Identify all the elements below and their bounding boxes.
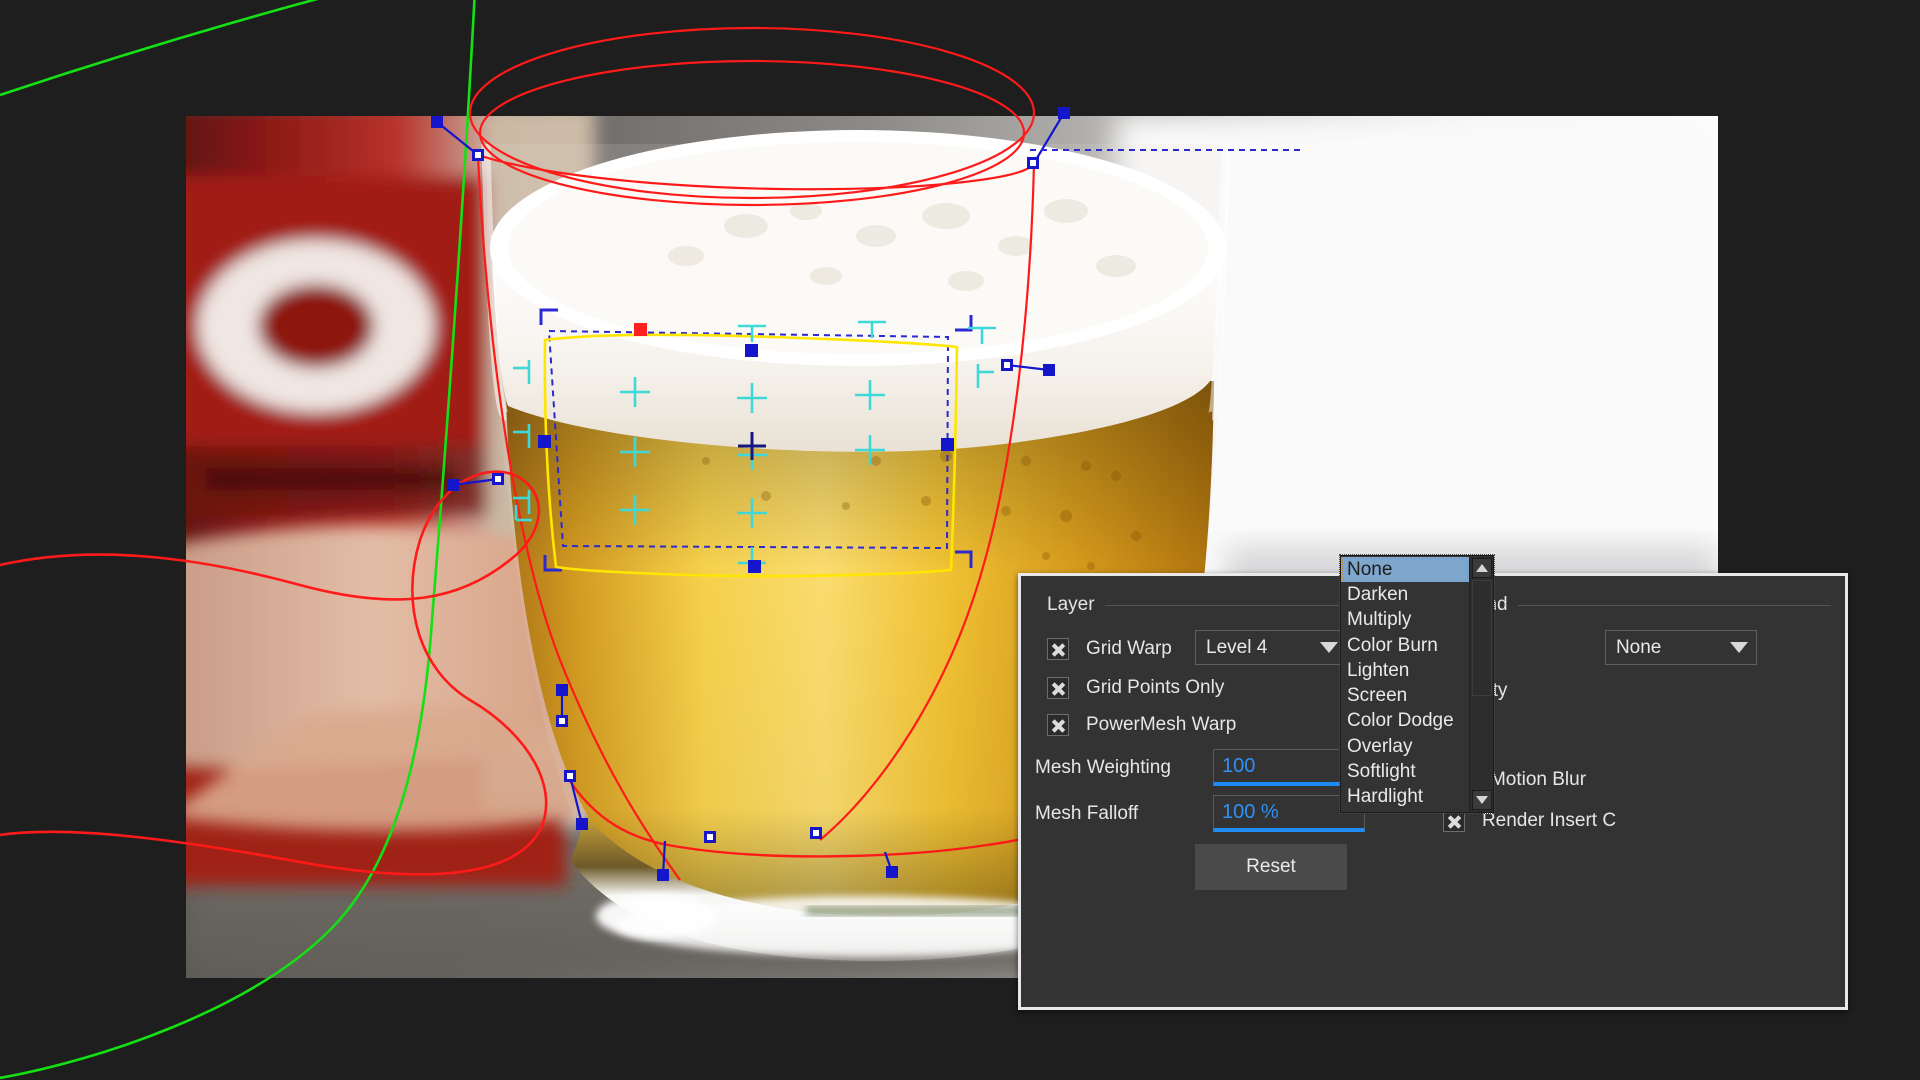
dropdown-option[interactable]: Lighten bbox=[1341, 658, 1469, 683]
mesh-weighting-label: Mesh Weighting bbox=[1035, 757, 1171, 779]
reset-button[interactable]: Reset bbox=[1195, 844, 1347, 890]
grid-warp-checkbox[interactable] bbox=[1047, 638, 1069, 660]
scroll-up-button[interactable] bbox=[1472, 558, 1492, 578]
grid-level-combo[interactable]: Level 4 bbox=[1195, 630, 1347, 665]
dropdown-option[interactable]: None bbox=[1341, 557, 1469, 582]
blend-mode-dropdown[interactable]: None Darken Multiply Color Burn Lighten … bbox=[1340, 555, 1494, 813]
grid-points-only-row[interactable]: Grid Points Only bbox=[1047, 677, 1224, 699]
dropdown-option[interactable]: Darken bbox=[1341, 582, 1469, 607]
chevron-down-icon bbox=[1320, 642, 1338, 653]
dropdown-options-list: None Darken Multiply Color Burn Lighten … bbox=[1341, 556, 1469, 812]
blend-mode-combo[interactable]: None bbox=[1605, 630, 1757, 665]
reset-row: Reset bbox=[1195, 844, 1347, 890]
dropdown-option[interactable]: Overlay bbox=[1341, 734, 1469, 759]
dropdown-option[interactable]: Screen bbox=[1341, 683, 1469, 708]
grid-warp-label: Grid Warp bbox=[1086, 638, 1172, 660]
blend-divider bbox=[1518, 605, 1831, 606]
powermesh-warp-checkbox[interactable] bbox=[1047, 714, 1069, 736]
green-curve bbox=[0, 0, 480, 95]
dropdown-option[interactable]: Color Dodge bbox=[1341, 709, 1469, 734]
dropdown-option[interactable]: Multiply bbox=[1341, 608, 1469, 633]
render-insert-checkbox[interactable] bbox=[1443, 810, 1465, 832]
dropdown-option[interactable]: Hardlight bbox=[1341, 785, 1469, 810]
dropdown-option[interactable]: Color Burn bbox=[1341, 633, 1469, 658]
blend-section: Blend Mode None Opacity Gain bbox=[1443, 594, 1831, 993]
grid-level-value: Level 4 bbox=[1206, 637, 1267, 659]
dropdown-scrollbar[interactable] bbox=[1469, 556, 1493, 812]
chevron-down-icon bbox=[1730, 642, 1748, 653]
powermesh-warp-label: PowerMesh Warp bbox=[1086, 714, 1236, 736]
triangle-up-icon bbox=[1476, 564, 1488, 572]
motion-blur-label: Motion Blur bbox=[1490, 769, 1586, 791]
grid-points-only-checkbox[interactable] bbox=[1047, 677, 1069, 699]
powermesh-warp-row[interactable]: PowerMesh Warp bbox=[1047, 714, 1236, 736]
blend-section-header: Blend bbox=[1459, 594, 1831, 616]
mesh-falloff-label: Mesh Falloff bbox=[1035, 803, 1138, 825]
scrollbar-thumb[interactable] bbox=[1472, 580, 1492, 696]
render-insert-row[interactable]: Render Insert C bbox=[1443, 810, 1616, 832]
triangle-down-icon bbox=[1476, 796, 1488, 804]
dropdown-option[interactable]: Softlight bbox=[1341, 759, 1469, 784]
blend-mode-value: None bbox=[1616, 637, 1661, 659]
layer-section-title: Layer bbox=[1047, 594, 1095, 616]
grid-points-only-label: Grid Points Only bbox=[1086, 677, 1224, 699]
mesh-weighting-row: Mesh Weighting 100 bbox=[1035, 749, 1365, 786]
scroll-down-button[interactable] bbox=[1472, 790, 1492, 810]
mesh-falloff-row: Mesh Falloff 100 % bbox=[1035, 795, 1365, 832]
render-insert-label: Render Insert C bbox=[1482, 810, 1616, 832]
app-root: Layer Grid Warp Level 4 Grid Points Only bbox=[0, 0, 1920, 1080]
